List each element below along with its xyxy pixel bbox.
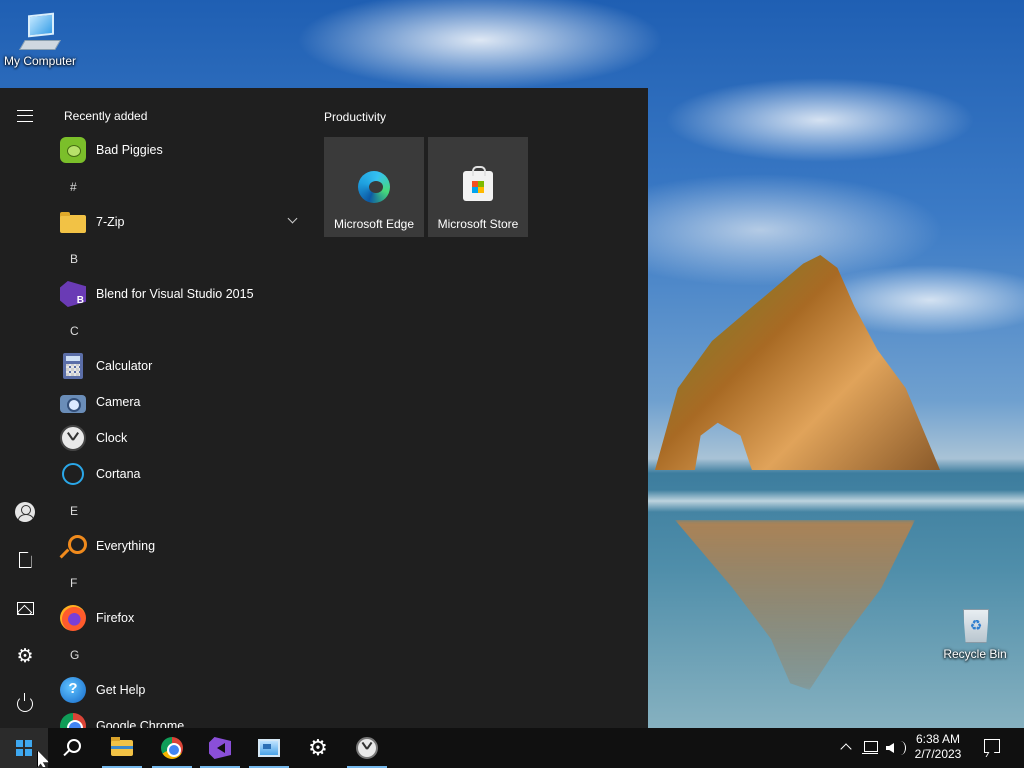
settings-icon: ⚙ xyxy=(308,735,328,760)
taskbar-file-explorer[interactable] xyxy=(98,728,146,768)
tile-microsoft-store[interactable]: Microsoft Store xyxy=(428,137,528,237)
letter-header[interactable]: B xyxy=(70,252,78,266)
taskbar-chrome[interactable] xyxy=(148,728,196,768)
app-item-label: Camera xyxy=(96,395,141,409)
visual-studio-icon xyxy=(209,737,231,759)
wallpaper-rock xyxy=(655,255,940,470)
desktop-icon-my-computer[interactable]: My Computer xyxy=(0,10,80,68)
taskbar-clock[interactable] xyxy=(343,728,391,768)
tile-microsoft-edge[interactable]: Microsoft Edge xyxy=(324,137,424,237)
network-icon[interactable] xyxy=(862,741,878,755)
desktop-icon-recycle-bin[interactable]: ♻ Recycle Bin xyxy=(935,603,1015,661)
help-icon xyxy=(60,677,86,703)
tray-clock[interactable]: 6:38 AM 2/7/2023 xyxy=(910,732,966,762)
edge-icon xyxy=(358,171,390,203)
app-item-firefox[interactable]: Firefox xyxy=(60,601,306,635)
tile-label: Microsoft Store xyxy=(437,217,519,231)
app-item-7zip[interactable]: 7-Zip xyxy=(60,205,306,239)
app-item-bad-piggies[interactable]: Bad Piggies xyxy=(60,133,306,167)
settings-button[interactable]: ⚙ xyxy=(0,634,50,678)
power-icon xyxy=(17,693,33,712)
app-item-google-chrome[interactable]: Google Chrome xyxy=(60,709,306,728)
expand-menu-button[interactable] xyxy=(0,94,50,138)
start-menu: ⚙ Recently added Bad Piggies # 7-Zip B B… xyxy=(0,88,648,728)
app-item-label: Google Chrome xyxy=(96,719,185,728)
clock-icon xyxy=(60,425,86,451)
documents-button[interactable] xyxy=(0,538,50,582)
tile-label: Microsoft Edge xyxy=(333,217,415,231)
bad-piggies-icon xyxy=(60,137,86,163)
app-item-clock[interactable]: Clock xyxy=(60,421,306,455)
letter-header[interactable]: C xyxy=(70,324,79,338)
documents-icon xyxy=(18,552,32,568)
user-account-button[interactable] xyxy=(0,490,50,534)
app-item-calculator[interactable]: Calculator xyxy=(60,349,306,383)
letter-header[interactable]: F xyxy=(70,576,77,590)
desktop-icon-label: My Computer xyxy=(3,54,77,68)
remote-desktop-icon xyxy=(258,739,280,757)
recently-added-heading: Recently added xyxy=(64,109,148,123)
search-button[interactable] xyxy=(48,728,96,768)
app-item-camera[interactable]: Camera xyxy=(60,385,306,419)
taskbar: ⚙ 6:38 AM 2/7/2023 xyxy=(0,728,1024,768)
settings-icon: ⚙ xyxy=(16,645,34,667)
letter-header[interactable]: E xyxy=(70,504,78,518)
chevron-down-icon[interactable] xyxy=(287,213,298,224)
computer-icon xyxy=(19,10,61,52)
app-item-label: Clock xyxy=(96,431,128,445)
blend-icon xyxy=(60,281,86,307)
chrome-icon xyxy=(161,737,183,759)
notification-center-icon[interactable] xyxy=(984,739,1000,753)
show-hidden-icons-chevron-icon[interactable] xyxy=(840,743,852,755)
app-item-cortana[interactable]: Cortana xyxy=(60,457,306,491)
wallpaper-reflection xyxy=(675,520,915,690)
app-item-label: 7-Zip xyxy=(96,215,125,229)
search-magnifier-icon xyxy=(60,533,87,559)
chrome-icon xyxy=(60,713,86,728)
desktop-icon-label: Recycle Bin xyxy=(943,647,1007,661)
windows-start-icon xyxy=(16,740,32,756)
store-icon xyxy=(463,166,493,201)
app-item-label: Firefox xyxy=(96,611,135,625)
app-item-everything[interactable]: Everything xyxy=(60,529,306,563)
camera-icon xyxy=(60,395,86,413)
user-avatar-icon xyxy=(15,502,35,522)
firefox-icon xyxy=(60,605,86,631)
app-item-label: Get Help xyxy=(96,683,146,697)
pictures-icon xyxy=(16,601,34,615)
wallpaper-surf xyxy=(648,490,1024,512)
calculator-icon xyxy=(63,353,83,379)
app-item-blend[interactable]: Blend for Visual Studio 2015 xyxy=(60,277,306,311)
pictures-button[interactable] xyxy=(0,586,50,630)
cortana-icon xyxy=(62,463,84,485)
taskbar-settings[interactable]: ⚙ xyxy=(294,728,342,768)
start-rail: ⚙ xyxy=(0,88,50,728)
app-item-label: Blend for Visual Studio 2015 xyxy=(96,287,254,301)
app-item-label: Bad Piggies xyxy=(96,143,163,157)
app-list: Recently added Bad Piggies # 7-Zip B Ble… xyxy=(50,88,310,728)
taskbar-remote-desktop[interactable] xyxy=(245,728,293,768)
recycle-bin-icon: ♻ xyxy=(955,603,995,645)
tiles-area: Productivity Microsoft Edge Microsoft St… xyxy=(310,88,648,728)
volume-icon[interactable] xyxy=(886,740,906,756)
letter-header[interactable]: # xyxy=(70,180,77,194)
tiles-group-title[interactable]: Productivity xyxy=(324,110,386,124)
clock-icon xyxy=(356,737,378,759)
file-explorer-icon xyxy=(111,737,133,756)
search-icon xyxy=(67,739,81,753)
power-button[interactable] xyxy=(0,682,50,726)
app-item-label: Cortana xyxy=(96,467,141,481)
tray-time: 6:38 AM xyxy=(915,732,961,746)
letter-header[interactable]: G xyxy=(70,648,79,662)
hamburger-icon xyxy=(17,110,33,122)
app-item-label: Calculator xyxy=(96,359,153,373)
taskbar-visual-studio[interactable] xyxy=(196,728,244,768)
folder-icon xyxy=(60,212,86,233)
app-item-label: Everything xyxy=(96,539,156,553)
app-item-get-help[interactable]: Get Help xyxy=(60,673,306,707)
tray-date: 2/7/2023 xyxy=(914,747,962,761)
